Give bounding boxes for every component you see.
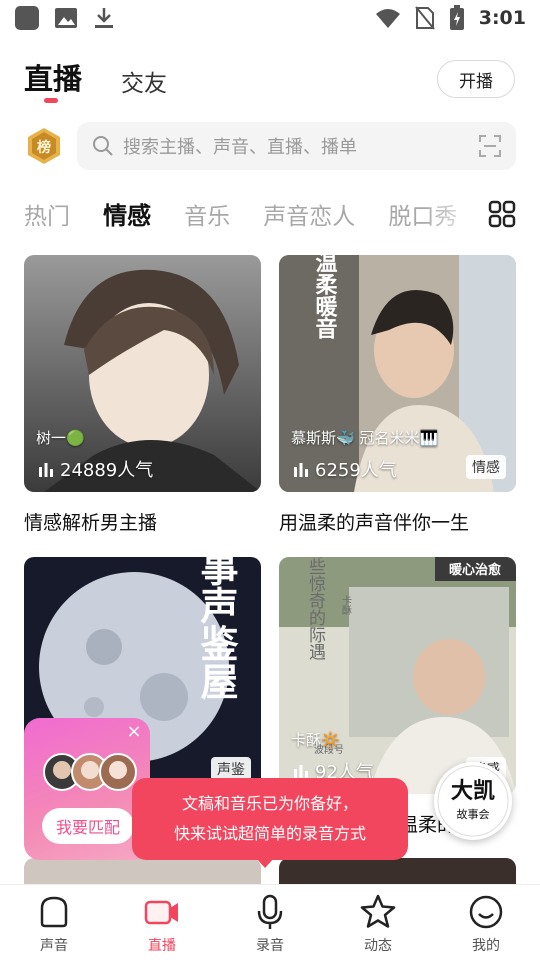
scan-icon[interactable]: [478, 134, 502, 158]
start-match-button[interactable]: 我要匹配: [42, 808, 134, 844]
nav-label: 声音: [40, 938, 68, 954]
category-tag: 情感: [466, 455, 506, 479]
popularity-count: 6259人气: [315, 460, 397, 481]
anchor-name: 慕斯斯🐳 冠名米米🎹: [291, 429, 439, 447]
anchor-name: 树一🟢: [36, 429, 85, 447]
microphone-icon: [257, 894, 283, 929]
rank-badge-text: 榜: [37, 139, 51, 156]
no-sim-icon: [414, 6, 435, 30]
recording-tip-tooltip: 文稿和音乐已为你备好， 快来试试超简单的录音方式: [132, 778, 408, 860]
match-avatars: [43, 753, 137, 791]
battery-icon: [449, 5, 464, 30]
tab-friends[interactable]: 交友: [121, 64, 167, 98]
listeners-bars-icon: [294, 765, 308, 779]
nav-item-feed[interactable]: 动态: [324, 885, 432, 960]
category-tab-emotion[interactable]: 情感: [103, 196, 151, 231]
wifi-icon: [375, 9, 400, 28]
listeners-bars-icon: [39, 463, 53, 477]
floating-story-button[interactable]: 大凯 故事会: [434, 762, 512, 840]
tab-live[interactable]: 直播: [24, 56, 82, 98]
listeners-bars-icon: [294, 463, 308, 477]
category-tabs: 热门 情感 音乐 声音恋人 脱口秀: [24, 196, 484, 236]
live-room-card[interactable]: 树一🟢 24889人气 情感解析男主播: [24, 255, 261, 535]
live-camera-icon: [144, 900, 178, 925]
image-notification-icon: [55, 8, 77, 28]
profile-icon: [469, 895, 503, 929]
sound-icon: [40, 896, 68, 928]
nav-item-record[interactable]: 录音: [216, 885, 324, 960]
close-icon[interactable]: ×: [126, 723, 142, 741]
category-tab-voice-lover[interactable]: 声音恋人: [263, 197, 355, 231]
live-room-card[interactable]: 温柔暖音 慕斯斯🐳 冠名米米🎹 6259人气 情感 用温柔的声音伴你一生: [279, 255, 516, 535]
tooltip-arrow: [256, 858, 274, 868]
room-cover: 树一🟢 24889人气: [24, 255, 261, 492]
category-tab-music[interactable]: 音乐: [184, 197, 230, 231]
download-notification-icon: [95, 8, 113, 28]
room-title: 情感解析男主播: [24, 512, 158, 534]
status-bar: 3:01: [0, 0, 540, 36]
fab-title: 大凯: [451, 778, 495, 804]
room-cover: 暖心治愈 总有些惊奇的际遇 卡酥 波段号 卡酥🔆 92人气 情感: [279, 557, 516, 794]
all-categories-grid-icon[interactable]: [488, 200, 516, 228]
rank-badge-icon[interactable]: 榜: [24, 126, 64, 166]
nav-label: 直播: [148, 938, 176, 954]
room-stats: 6259人气: [293, 456, 397, 482]
search-icon: [93, 136, 113, 156]
star-icon: [360, 894, 396, 928]
cover-overlay-text: 故事声鉴屋: [194, 557, 238, 700]
bottom-navigation: 声音 直播 录音 动态 我的: [0, 884, 540, 960]
nav-item-sound[interactable]: 声音: [0, 885, 108, 960]
room-title: 用温柔的声音伴你一生: [279, 512, 470, 534]
cover-overlay-text: 总有些惊奇的际遇: [305, 557, 326, 660]
anchor-name: 卡酥🔆: [291, 731, 340, 749]
app-notification-icon: [15, 6, 39, 30]
search-bar[interactable]: 搜索主播、声音、直播、播单: [77, 122, 516, 170]
room-cover: 温柔暖音 慕斯斯🐳 冠名米米🎹 6259人气 情感: [279, 255, 516, 492]
category-fade: [424, 196, 484, 236]
start-broadcast-button[interactable]: 开播: [437, 60, 515, 98]
category-tab-hot[interactable]: 热门: [24, 197, 70, 231]
search-placeholder: 搜索主播、声音、直播、播单: [123, 137, 357, 158]
popularity-count: 24889人气: [60, 460, 154, 481]
cover-overlay-text: 温柔暖音: [312, 255, 338, 339]
header: 直播 交友 开播: [0, 52, 540, 112]
status-time: 3:01: [478, 7, 526, 29]
cover-small-text: 卡酥: [340, 594, 352, 616]
story-logo-icon: 大凯 故事会: [437, 765, 509, 837]
nav-label: 我的: [472, 938, 500, 954]
tooltip-line-2: 快来试试超简单的录音方式: [173, 824, 366, 843]
corner-label: 暖心治愈: [449, 562, 502, 578]
tooltip-line-1: 文稿和音乐已为你备好，: [181, 794, 358, 813]
room-stats: 24889人气: [38, 456, 153, 482]
nav-item-profile[interactable]: 我的: [432, 885, 540, 960]
fab-subtitle: 故事会: [457, 807, 490, 821]
nav-label: 录音: [256, 938, 284, 954]
nav-item-live[interactable]: 直播: [108, 885, 216, 960]
nav-label: 动态: [364, 938, 392, 954]
active-tab-indicator: [44, 98, 58, 103]
